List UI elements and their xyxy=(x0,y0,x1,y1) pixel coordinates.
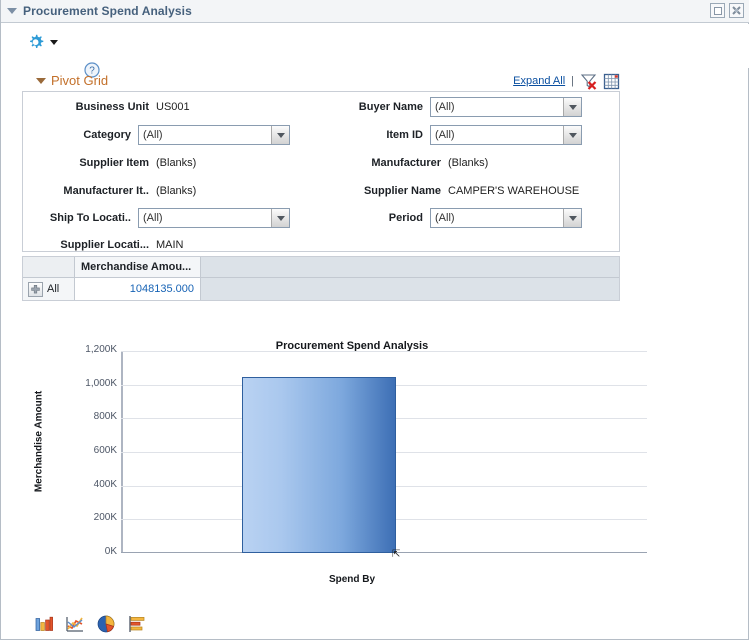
select-value: (All) xyxy=(143,129,163,141)
filter-value: CAMPER'S WAREHOUSE xyxy=(448,185,580,197)
chart-y-axis-label: Merchandise Amount xyxy=(33,390,45,493)
chevron-down-icon xyxy=(563,126,581,144)
chart-type-selector xyxy=(34,614,147,634)
gear-icon xyxy=(30,34,44,48)
chart-y-tick-label: 800K xyxy=(93,411,117,423)
select-value: (All) xyxy=(435,212,455,224)
procurement-spend-chart: Procurement Spend Analysis Merchandise A… xyxy=(22,328,682,603)
page-title: Procurement Spend Analysis xyxy=(23,4,192,18)
buyer-name-select[interactable]: (All) xyxy=(430,97,582,117)
filter-label: Ship To Locati.. xyxy=(49,212,131,224)
maximize-icon xyxy=(713,6,722,15)
header-corner-cell xyxy=(23,257,75,277)
grid-view-icon[interactable] xyxy=(603,73,620,90)
header-filler xyxy=(201,257,619,277)
filter-period: Period (All) xyxy=(313,207,613,229)
row-label: All xyxy=(47,283,60,295)
chart-y-tick-label: 0K xyxy=(104,546,117,557)
pie-chart-type-icon[interactable] xyxy=(96,614,116,634)
filter-buyer-name: Buyer Name (All) xyxy=(313,96,613,118)
actions-menu-button[interactable] xyxy=(26,33,58,52)
action-toolbar: ? xyxy=(1,24,749,78)
maximize-button[interactable] xyxy=(710,3,725,18)
filter-label: Manufacturer It.. xyxy=(63,185,149,197)
chart-y-tick-label: 400K xyxy=(93,478,117,490)
close-icon xyxy=(732,6,741,15)
chevron-down-icon xyxy=(563,98,581,116)
filter-label: Supplier Locati... xyxy=(60,239,149,251)
action-separator: | xyxy=(571,75,574,87)
data-grid-header-row: Merchandise Amou... xyxy=(23,257,619,278)
row-label-cell: All xyxy=(23,278,75,300)
filter-label: Period xyxy=(388,212,423,224)
merchandise-amount-link[interactable]: 1048135.000 xyxy=(130,283,194,295)
pivot-grid-title: Pivot Grid xyxy=(51,73,109,88)
pivot-grid-filters: Business Unit US001 Category (All) Suppl… xyxy=(22,92,620,252)
plus-icon xyxy=(31,284,40,293)
row-filler xyxy=(201,278,619,300)
filter-value: MAIN xyxy=(156,239,184,251)
mouse-cursor-icon: ⇱ xyxy=(392,549,401,560)
row-value-cell: 1048135.000 xyxy=(75,278,201,300)
filter-label: Business Unit xyxy=(75,101,149,113)
caret-down-icon xyxy=(50,40,58,45)
category-select[interactable]: (All) xyxy=(138,125,290,145)
period-select[interactable]: (All) xyxy=(430,208,582,228)
select-value: (All) xyxy=(143,212,163,224)
application-window: Procurement Spend Analysis ? Pivot Grid … xyxy=(0,0,749,640)
window-controls xyxy=(710,3,744,18)
chart-bar[interactable] xyxy=(242,376,396,553)
filter-value: (Blanks) xyxy=(448,157,489,169)
filter-label: Supplier Item xyxy=(79,157,149,169)
chart-gridline xyxy=(121,351,647,352)
filter-business-unit: Business Unit US001 xyxy=(23,96,313,118)
filter-value: (Blanks) xyxy=(156,157,197,169)
filter-supplier-item: Supplier Item (Blanks) xyxy=(23,152,313,174)
chevron-down-icon xyxy=(271,209,289,227)
filter-label: Buyer Name xyxy=(358,101,423,113)
close-button[interactable] xyxy=(729,3,744,18)
triangle-down-icon xyxy=(7,8,17,14)
chart-y-tick-label: 1,000K xyxy=(85,377,117,389)
chevron-down-icon xyxy=(271,126,289,144)
filter-ship-to-location: Ship To Locati.. (All) xyxy=(23,207,313,229)
select-value: (All) xyxy=(435,101,455,113)
table-row: All 1048135.000 xyxy=(23,278,619,300)
chevron-down-icon xyxy=(563,209,581,227)
filter-label: Category xyxy=(83,129,131,141)
pivot-grid-actions: Expand All | xyxy=(513,70,620,92)
pivot-data-grid: Merchandise Amou... All 1048135.000 xyxy=(22,256,620,301)
filter-manufacturer-item: Manufacturer It.. (Blanks) xyxy=(23,180,313,202)
chart-x-axis-label: Spend By xyxy=(328,574,376,585)
item-id-select[interactable]: (All) xyxy=(430,125,582,145)
filter-clear-icon[interactable] xyxy=(580,73,597,90)
filter-manufacturer: Manufacturer (Blanks) xyxy=(313,152,613,174)
ship-to-location-select[interactable]: (All) xyxy=(138,208,290,228)
expand-all-link[interactable]: Expand All xyxy=(513,75,565,87)
filter-label: Manufacturer xyxy=(371,157,441,169)
filter-value: US001 xyxy=(156,101,190,113)
filter-item-id: Item ID (All) xyxy=(313,124,613,146)
expand-row-button[interactable] xyxy=(28,281,43,297)
chart-plot-area: 0K 200K 400K 600K 800K 1,000K 1,200K xyxy=(85,344,647,557)
line-chart-type-icon[interactable] xyxy=(65,614,85,634)
select-value: (All) xyxy=(435,129,455,141)
filter-supplier-location: Supplier Locati... MAIN xyxy=(23,234,313,256)
triangle-down-icon[interactable] xyxy=(36,77,46,84)
filter-label: Supplier Name xyxy=(363,185,441,197)
column-header-merchandise-amount[interactable]: Merchandise Amou... xyxy=(75,257,201,277)
horizontal-bar-chart-type-icon[interactable] xyxy=(127,614,147,634)
window-collapse-toggle[interactable] xyxy=(1,0,23,22)
chart-y-tick-label: 600K xyxy=(93,445,117,456)
filter-supplier-name: Supplier Name CAMPER'S WAREHOUSE xyxy=(313,180,613,202)
filter-value: (Blanks) xyxy=(156,185,197,197)
chart-y-tick-label: 200K xyxy=(93,512,117,524)
window-title-bar: Procurement Spend Analysis xyxy=(1,0,749,23)
chart-y-tick-label: 1,200K xyxy=(85,344,117,355)
pivot-grid-header: Pivot Grid Expand All | xyxy=(22,70,620,92)
filter-category: Category (All) xyxy=(23,124,313,146)
bar-chart-type-icon[interactable] xyxy=(34,614,54,634)
filter-label: Item ID xyxy=(386,129,423,141)
